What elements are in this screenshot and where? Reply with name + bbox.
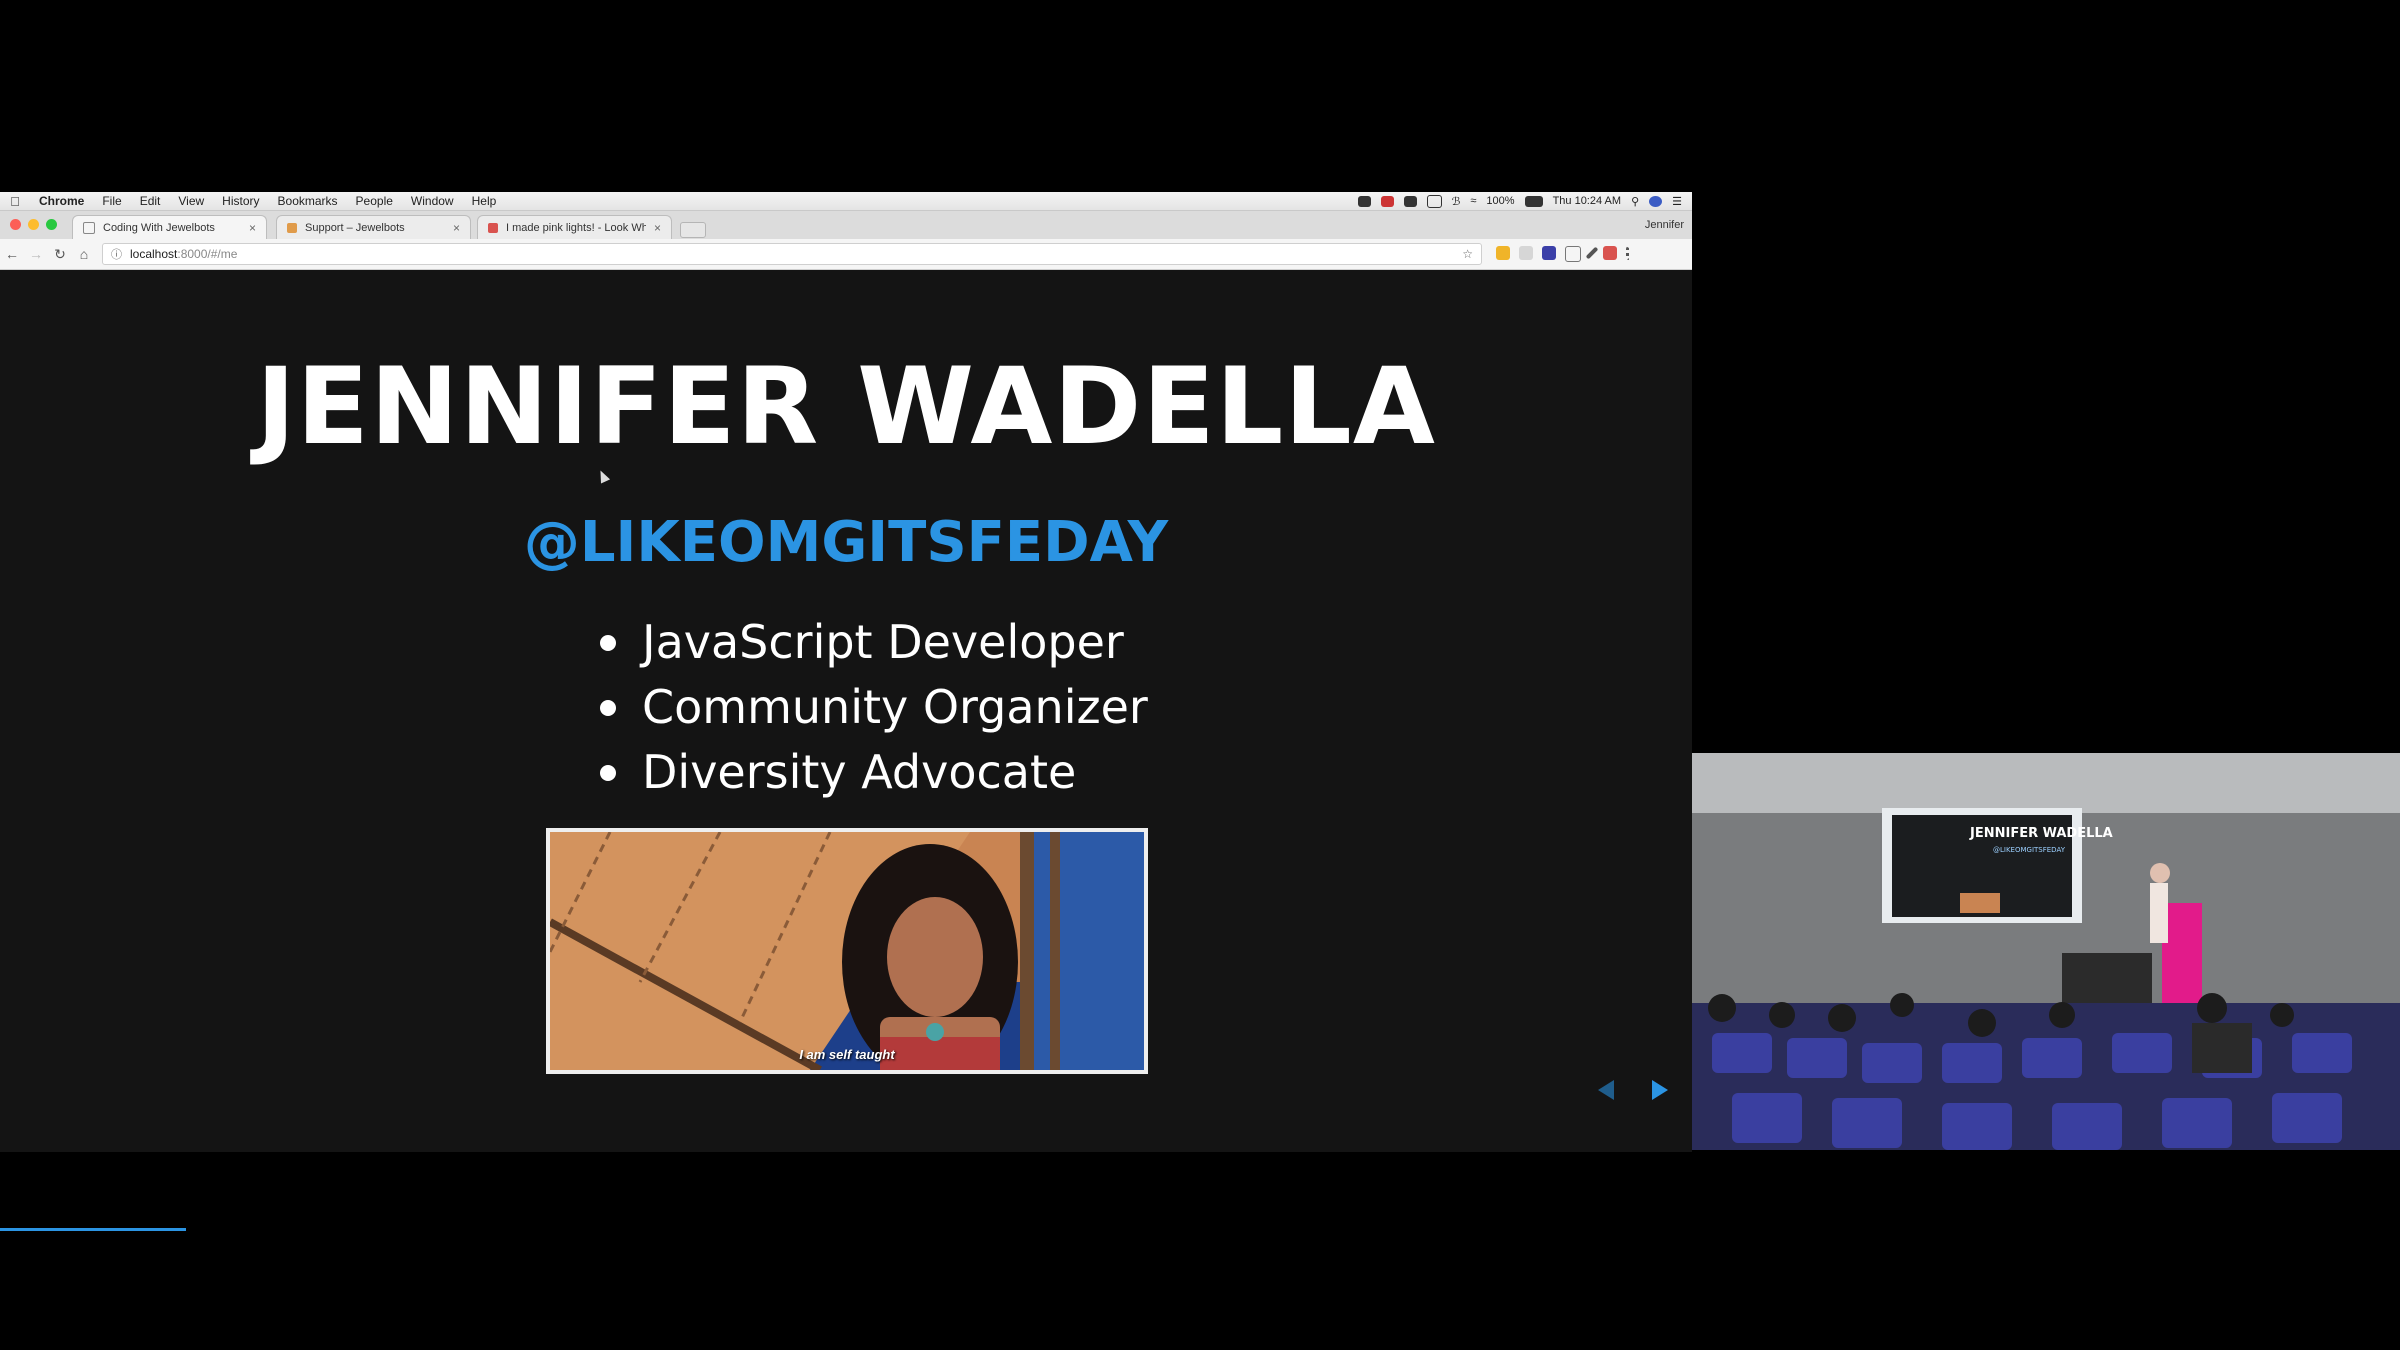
bookmark-star-icon[interactable]: ☆ [1462, 247, 1473, 261]
browser-tab[interactable]: Support – Jewelbots × [276, 215, 471, 239]
menu-clock[interactable]: Thu 10:24 AM [1553, 195, 1622, 207]
presenter-screen:  Chrome File Edit View History Bookmark… [0, 192, 1692, 1231]
battery-icon[interactable] [1524, 195, 1543, 207]
cloud-icon[interactable] [1357, 195, 1371, 207]
url-text: localhost:8000/#/me [130, 247, 237, 261]
menu-history[interactable]: History [213, 192, 268, 210]
notification-center-icon[interactable]: ☰ [1672, 195, 1682, 208]
previous-slide-arrow-icon[interactable] [1598, 1080, 1614, 1100]
twitter-handle: @LIKEOMGITSFEDAY [523, 510, 1169, 575]
tab-title: Coding With Jewelbots [103, 221, 215, 234]
window-controls [10, 219, 57, 230]
menu-app-name[interactable]: Chrome [30, 192, 93, 210]
airplay-icon[interactable] [1426, 194, 1442, 208]
close-tab-icon[interactable]: × [249, 221, 256, 235]
extension-icon[interactable] [1519, 246, 1533, 260]
favicon-icon [488, 222, 498, 233]
auditorium-photo [1692, 753, 2400, 1150]
projected-slide-title: JENNIFER WADELLA [1970, 826, 2113, 841]
bullet-list: JavaScript Developer Community Organizer… [600, 610, 1148, 805]
projected-slide-handle: @LIKEOMGITSFEDAY [1993, 846, 2065, 854]
extension-icon[interactable] [1603, 246, 1617, 260]
presentation-slide: JENNIFER WADELLA @LIKEOMGITSFEDAY JavaSc… [0, 270, 1692, 1231]
camera-icon[interactable] [1403, 195, 1417, 207]
close-window-icon[interactable] [10, 219, 21, 230]
close-tab-icon[interactable]: × [654, 221, 661, 235]
home-icon[interactable]: ⌂ [72, 246, 96, 262]
speaker-camera-feed: JENNIFER WADELLA @LIKEOMGITSFEDAY [1692, 753, 2400, 1150]
cast-icon[interactable] [1565, 246, 1581, 262]
menu-window[interactable]: Window [402, 192, 463, 210]
bluetooth-icon[interactable]: ℬ [1452, 195, 1461, 208]
profile-name[interactable]: Jennifer [1645, 219, 1684, 231]
browser-tab[interactable]: I made pink lights! - Look Wh × [477, 215, 672, 239]
mac-menu-bar:  Chrome File Edit View History Bookmark… [0, 192, 1692, 211]
new-tab-button[interactable] [680, 222, 706, 238]
extension-toolbar [1496, 246, 1633, 262]
zoom-window-icon[interactable] [46, 219, 57, 230]
menu-view[interactable]: View [169, 192, 213, 210]
wifi-icon[interactable]: ≈ [1470, 195, 1476, 207]
next-slide-arrow-icon[interactable] [1652, 1080, 1668, 1100]
siri-icon[interactable] [1649, 195, 1663, 207]
gif-caption: I am self taught [799, 1047, 895, 1062]
slide-progress-bar [0, 1228, 186, 1231]
gif-illustration [550, 832, 1144, 1070]
bullet-icon [600, 699, 616, 716]
url-host: localhost [130, 247, 178, 261]
page-icon [83, 221, 95, 234]
address-bar-row: ← → ↻ ⌂ ⓘ localhost:8000/#/me ☆ [0, 239, 1692, 270]
close-tab-icon[interactable]: × [453, 221, 460, 235]
reload-icon[interactable]: ↻ [48, 246, 72, 263]
list-item: JavaScript Developer [600, 610, 1148, 675]
menu-bookmarks[interactable]: Bookmarks [269, 192, 347, 210]
extension-icon[interactable] [1496, 246, 1510, 260]
bullet-text: Community Organizer [642, 680, 1148, 734]
url-input[interactable]: ⓘ localhost:8000/#/me ☆ [102, 243, 1482, 265]
more-menu-icon[interactable] [1626, 246, 1633, 260]
battery-percent: 100% [1486, 195, 1515, 207]
menu-people[interactable]: People [347, 192, 402, 210]
eyedropper-icon[interactable] [1585, 246, 1599, 260]
favicon-icon [287, 222, 297, 233]
apple-icon[interactable]:  [0, 194, 30, 209]
minimize-window-icon[interactable] [28, 219, 39, 230]
browser-tab-strip: Coding With Jewelbots × Support – Jewelb… [0, 211, 1692, 239]
extension-icon[interactable] [1542, 246, 1556, 260]
tab-title: Support – Jewelbots [305, 221, 405, 234]
spotlight-icon[interactable]: ⚲ [1631, 195, 1639, 208]
menu-edit[interactable]: Edit [131, 192, 170, 210]
animated-gif-image: I am self taught [546, 828, 1148, 1074]
menu-status-area: ℬ ≈ 100% Thu 10:24 AM ⚲ ☰ [1357, 194, 1692, 208]
menu-help[interactable]: Help [463, 192, 506, 210]
bullet-icon [600, 634, 616, 651]
info-icon[interactable]: ⓘ [111, 246, 122, 262]
tab-title: I made pink lights! - Look Wh [506, 221, 646, 234]
forward-icon[interactable]: → [24, 246, 48, 262]
record-icon[interactable] [1380, 195, 1394, 207]
mouse-cursor-icon [595, 468, 611, 484]
list-item: Community Organizer [600, 675, 1148, 740]
bullet-text: Diversity Advocate [642, 745, 1077, 799]
bullet-text: JavaScript Developer [642, 615, 1124, 669]
slide-title: JENNIFER WADELLA [256, 345, 1436, 468]
back-icon[interactable]: ← [0, 246, 24, 262]
menu-file[interactable]: File [93, 192, 130, 210]
list-item: Diversity Advocate [600, 740, 1148, 805]
url-path: :8000/#/me [177, 247, 238, 261]
browser-tab[interactable]: Coding With Jewelbots × [72, 215, 267, 239]
bullet-icon [600, 764, 616, 781]
